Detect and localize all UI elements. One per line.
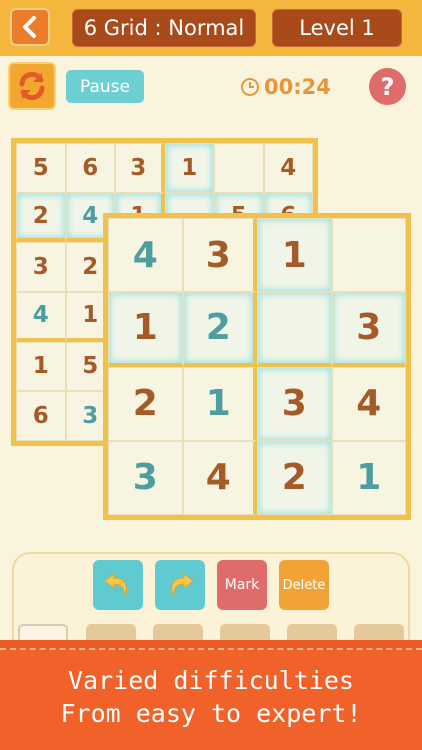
refresh-icon xyxy=(19,71,45,101)
four-grid-board: 43112321343421 xyxy=(103,213,411,520)
grid-cell[interactable]: 4 xyxy=(108,218,183,293)
banner-text: Varied difficulties From easy to expert! xyxy=(0,664,422,730)
top-bar: 6 Grid : Normal Level 1 xyxy=(0,0,422,56)
banner-line-1: Varied difficulties xyxy=(68,666,354,695)
promo-banner: Varied difficulties From easy to expert! xyxy=(0,640,422,750)
redo-arrow-icon xyxy=(171,572,194,597)
grid-cell[interactable]: 6 xyxy=(16,391,66,441)
grid-cell[interactable]: 2 xyxy=(182,292,257,367)
grid-cell[interactable]: 4 xyxy=(263,143,313,193)
four-grid: 43112321343421 xyxy=(108,218,406,515)
undo-button[interactable] xyxy=(93,560,143,610)
grid-cell[interactable] xyxy=(257,292,332,367)
grid-cell[interactable]: 4 xyxy=(16,292,66,342)
timer: 00:24 xyxy=(240,72,331,102)
grid-cell[interactable]: 1 xyxy=(331,440,406,515)
grid-cell[interactable] xyxy=(214,143,264,193)
grid-cell[interactable]: 3 xyxy=(108,440,183,515)
pause-button[interactable]: Pause xyxy=(66,70,144,103)
banner-line-2: From easy to expert! xyxy=(60,699,362,728)
grid-cell[interactable]: 5 xyxy=(16,143,66,193)
grid-cell[interactable]: 2 xyxy=(257,440,332,515)
grid-cell[interactable] xyxy=(331,218,406,293)
grid-cell[interactable]: 1 xyxy=(108,292,183,367)
grid-cell[interactable]: 3 xyxy=(257,366,332,441)
grid-cell[interactable]: 6 xyxy=(65,143,115,193)
back-button[interactable] xyxy=(10,8,50,46)
grid-cell[interactable]: 2 xyxy=(16,192,66,243)
grid-cell[interactable]: 3 xyxy=(16,242,66,292)
grid-cell[interactable]: 4 xyxy=(331,366,406,441)
refresh-button[interactable] xyxy=(8,62,56,110)
grid-cell[interactable]: 1 xyxy=(164,143,214,193)
mark-button[interactable]: Mark xyxy=(217,560,267,610)
level-label: Level 1 xyxy=(272,9,402,47)
mode-label: 6 Grid : Normal xyxy=(72,9,256,47)
grid-cell[interactable]: 4 xyxy=(182,440,257,515)
grid-cell[interactable]: 1 xyxy=(182,366,257,441)
delete-button[interactable]: Delete xyxy=(279,560,329,610)
clock-icon xyxy=(241,78,259,96)
grid-cell[interactable]: 3 xyxy=(182,218,257,293)
grid-cell[interactable]: 1 xyxy=(257,218,332,293)
grid-cell[interactable]: 2 xyxy=(108,366,183,441)
chevron-left-icon xyxy=(23,16,36,38)
grid-cell[interactable]: 1 xyxy=(16,341,66,392)
help-button[interactable]: ? xyxy=(369,68,406,105)
undo-arrow-icon xyxy=(104,572,127,597)
banner-stitch xyxy=(0,640,422,650)
grid-cell[interactable]: 3 xyxy=(115,143,165,193)
grid-cell[interactable]: 3 xyxy=(331,292,406,367)
timer-value: 00:24 xyxy=(264,75,331,99)
redo-button[interactable] xyxy=(155,560,205,610)
